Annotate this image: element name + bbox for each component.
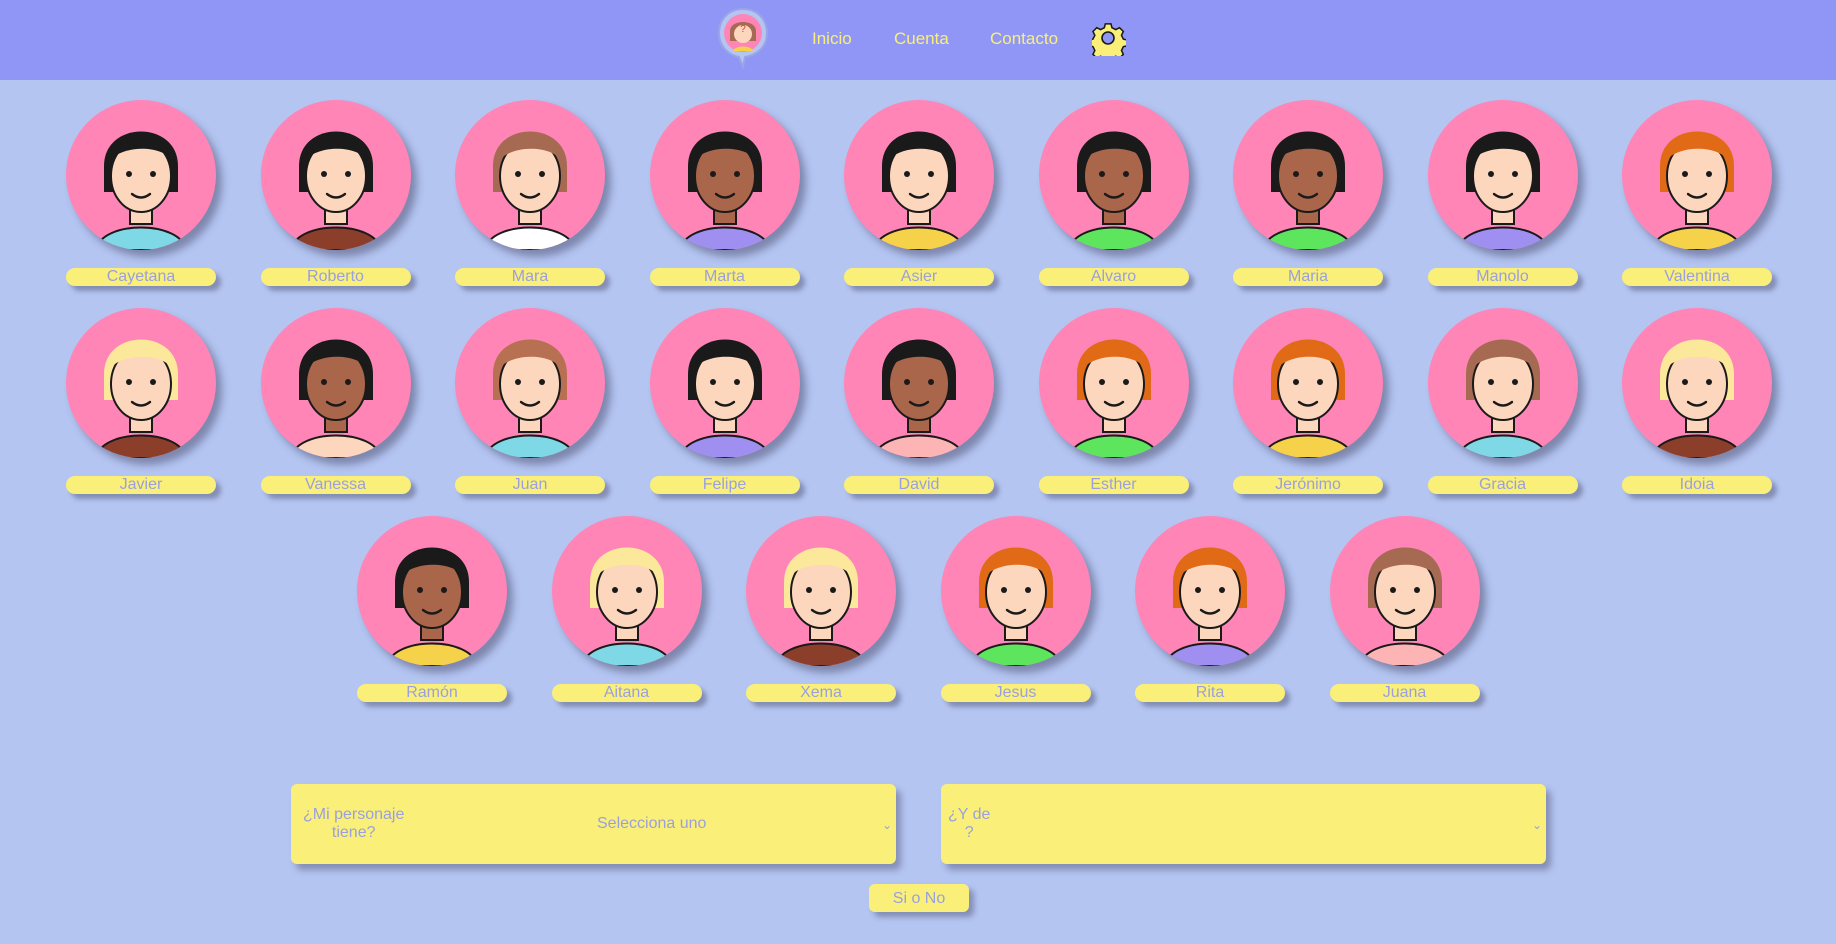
- detective-avatar-logo[interactable]: ?: [717, 7, 769, 69]
- character-name: Valentina: [1622, 268, 1772, 286]
- character-avatar[interactable]: [66, 100, 216, 250]
- nav-link-contacto[interactable]: Contacto: [990, 29, 1058, 49]
- attribute-label-line2: tiene?: [331, 824, 376, 841]
- character-name: Idoia: [1622, 476, 1772, 494]
- character-name: Juan: [455, 476, 605, 494]
- character-card[interactable]: Alvaro: [1038, 100, 1189, 290]
- character-card[interactable]: Javier: [66, 308, 216, 498]
- value-label-line1: ¿Y de: [948, 806, 991, 823]
- si-o-no-button[interactable]: Si o No: [869, 884, 969, 912]
- value-label-line2: ?: [964, 824, 974, 841]
- character-avatar[interactable]: [844, 308, 994, 458]
- character-card[interactable]: Idoia: [1622, 308, 1772, 498]
- svg-text:?: ?: [740, 24, 746, 35]
- character-name: Manolo: [1427, 268, 1578, 286]
- attribute-label-line1: ¿Mi personaje: [303, 806, 405, 823]
- character-card[interactable]: David: [844, 308, 994, 498]
- character-name: Aitana: [551, 684, 702, 702]
- value-select-label: ¿Y de ?: [948, 806, 990, 842]
- character-avatar[interactable]: [1427, 308, 1578, 458]
- character-avatar[interactable]: [844, 100, 994, 250]
- character-card[interactable]: Cayetana: [66, 100, 216, 290]
- character-card[interactable]: Gracia: [1427, 308, 1578, 498]
- character-avatar[interactable]: [1038, 308, 1189, 458]
- gear-icon[interactable]: [1092, 22, 1126, 56]
- character-avatar[interactable]: [649, 100, 800, 250]
- character-name: Rita: [1135, 684, 1285, 702]
- character-card[interactable]: Jerónimo: [1233, 308, 1383, 498]
- chevron-down-icon: ⌄: [881, 818, 892, 832]
- character-name: Felipe: [649, 476, 800, 494]
- character-card[interactable]: Asier: [844, 100, 994, 290]
- character-avatar[interactable]: [260, 308, 411, 458]
- attribute-select-label: ¿Mi personaje tiene?: [303, 806, 404, 842]
- character-name: Jesus: [940, 684, 1091, 702]
- character-card[interactable]: Mara: [455, 100, 605, 290]
- character-name: Esther: [1038, 476, 1189, 494]
- character-name: Jerónimo: [1233, 476, 1383, 494]
- character-card[interactable]: Marta: [649, 100, 800, 290]
- character-name: Mara: [455, 268, 605, 286]
- character-card[interactable]: Vanessa: [260, 308, 411, 498]
- character-card[interactable]: Jesus: [940, 516, 1091, 706]
- character-card[interactable]: Roberto: [260, 100, 411, 290]
- character-name: Alvaro: [1038, 268, 1189, 286]
- character-name: Juana: [1329, 684, 1480, 702]
- character-name: Javier: [66, 476, 216, 494]
- character-avatar[interactable]: [1233, 308, 1383, 458]
- character-card[interactable]: Xema: [746, 516, 896, 706]
- character-name: Ramón: [357, 684, 507, 702]
- character-card[interactable]: Ramón: [357, 516, 507, 706]
- character-name: Vanessa: [260, 476, 411, 494]
- nav-link-cuenta[interactable]: Cuenta: [894, 29, 949, 49]
- character-avatar[interactable]: [1038, 100, 1189, 250]
- character-avatar[interactable]: [1329, 516, 1480, 666]
- character-avatar[interactable]: [1233, 100, 1383, 250]
- chevron-down-icon: ⌄: [1531, 818, 1542, 832]
- character-name: Cayetana: [66, 268, 216, 286]
- character-avatar[interactable]: [746, 516, 896, 666]
- character-avatar[interactable]: [1135, 516, 1285, 666]
- character-name: Xema: [746, 684, 896, 702]
- character-name: David: [844, 476, 994, 494]
- attribute-select-value: Selecciona uno: [597, 815, 707, 832]
- character-card[interactable]: Rita: [1135, 516, 1285, 706]
- character-avatar[interactable]: [940, 516, 1091, 666]
- character-avatar[interactable]: [66, 308, 216, 458]
- character-card[interactable]: Aitana: [551, 516, 702, 706]
- character-card[interactable]: Manolo: [1427, 100, 1578, 290]
- character-avatar[interactable]: [1427, 100, 1578, 250]
- character-avatar[interactable]: [1622, 100, 1772, 250]
- character-name: Gracia: [1427, 476, 1578, 494]
- character-card[interactable]: Valentina: [1622, 100, 1772, 290]
- character-avatar[interactable]: [455, 308, 605, 458]
- character-avatar[interactable]: [649, 308, 800, 458]
- character-avatar[interactable]: [260, 100, 411, 250]
- nav-link-inicio[interactable]: Inicio: [812, 29, 852, 49]
- navbar: ? Inicio Cuenta Contacto: [0, 0, 1836, 80]
- character-avatar[interactable]: [1622, 308, 1772, 458]
- value-select[interactable]: ¿Y de ? ⌄: [941, 784, 1546, 864]
- character-avatar[interactable]: [551, 516, 702, 666]
- character-avatar[interactable]: [357, 516, 507, 666]
- character-name: Asier: [844, 268, 994, 286]
- character-card[interactable]: Juan: [455, 308, 605, 498]
- character-card[interactable]: Juana: [1329, 516, 1480, 706]
- character-name: Maria: [1233, 268, 1383, 286]
- character-card[interactable]: Esther: [1038, 308, 1189, 498]
- character-name: Roberto: [260, 268, 411, 286]
- attribute-select[interactable]: ¿Mi personaje tiene? Selecciona uno ⌄: [291, 784, 896, 864]
- character-card[interactable]: Maria: [1233, 100, 1383, 290]
- character-name: Marta: [649, 268, 800, 286]
- character-avatar[interactable]: [455, 100, 605, 250]
- character-card[interactable]: Felipe: [649, 308, 800, 498]
